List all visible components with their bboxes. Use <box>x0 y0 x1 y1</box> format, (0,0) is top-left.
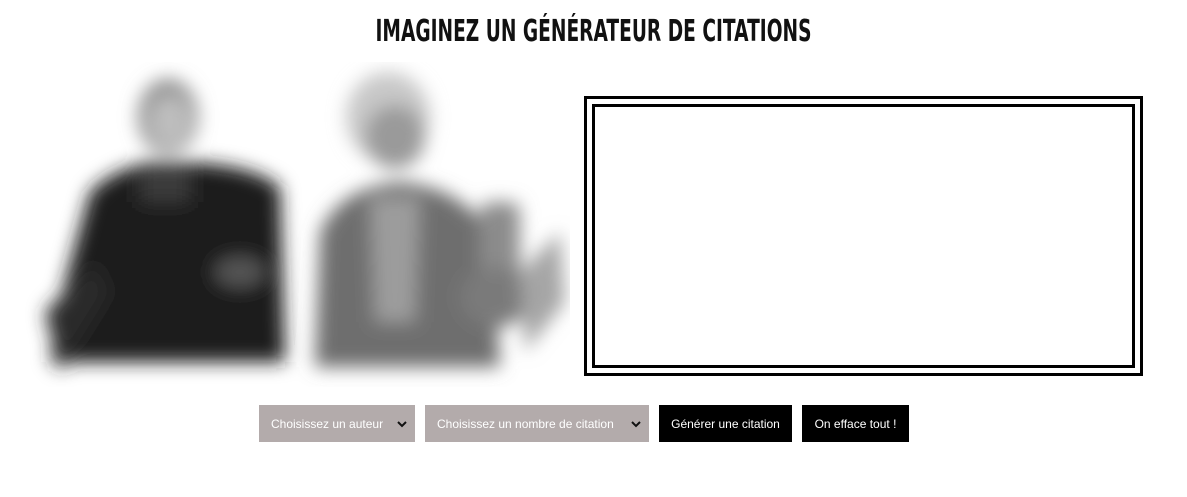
chevron-down-icon <box>631 417 641 431</box>
clear-all-button[interactable]: On efface tout ! <box>802 405 909 442</box>
authors-photo <box>45 72 565 372</box>
author-select[interactable]: Choisissez un auteur <box>259 405 415 442</box>
quote-frame <box>584 96 1143 376</box>
generate-quote-button[interactable]: Générer une citation <box>659 405 792 442</box>
quote-frame-inner <box>592 104 1135 368</box>
chevron-down-icon <box>397 417 407 431</box>
count-select-value: Choisissez un nombre de citation <box>437 416 614 431</box>
page-title: IMAGINEZ UN GÉNÉRATEUR DE CITATIONS <box>375 14 812 49</box>
author-select-value: Choisissez un auteur <box>271 416 384 431</box>
count-select[interactable]: Choisissez un nombre de citation <box>425 405 649 442</box>
controls-bar: Choisissez un auteur Choisissez un nombr… <box>259 405 909 442</box>
page: IMAGINEZ UN GÉNÉRATEUR DE CITATIONS Choi… <box>0 0 1187 497</box>
